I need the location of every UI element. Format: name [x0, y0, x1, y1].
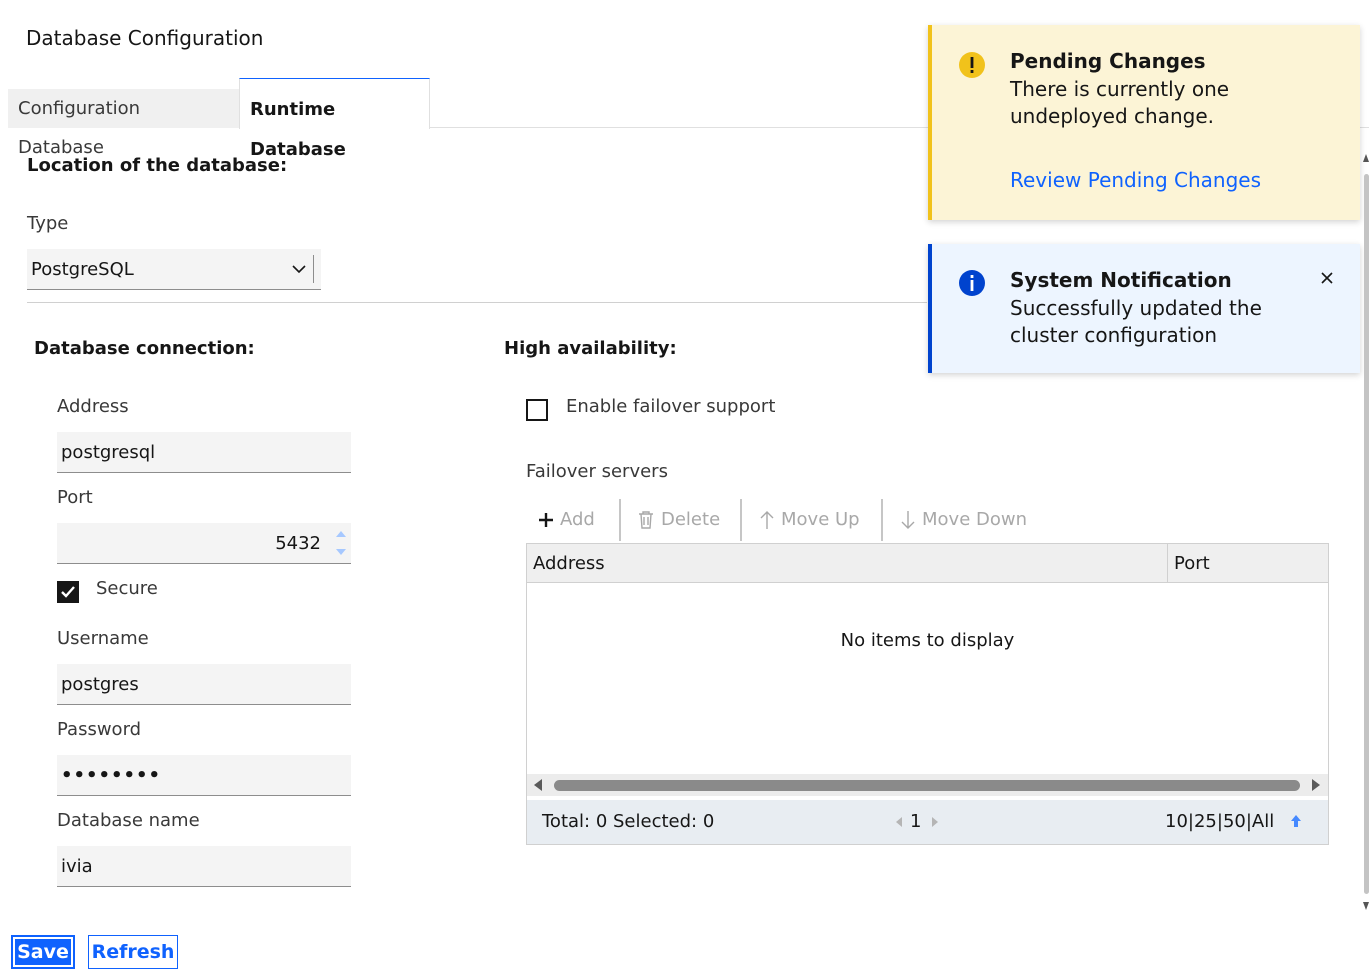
prev-page-icon[interactable]: [896, 817, 902, 827]
failover-servers-label: Failover servers: [526, 461, 668, 482]
secure-checkbox[interactable]: [57, 581, 79, 603]
page-scrollbar[interactable]: [1362, 150, 1369, 915]
close-icon[interactable]: [1321, 272, 1333, 284]
checkmark-icon: [61, 586, 75, 598]
add-button[interactable]: Add: [538, 500, 595, 540]
pending-changes-title: Pending Changes: [1010, 49, 1206, 73]
column-separator: [1167, 544, 1168, 583]
failover-servers-grid: Address Port No items to display Total: …: [526, 543, 1329, 845]
grid-empty-message: No items to display: [840, 630, 1015, 651]
delete-button[interactable]: Delete: [637, 500, 720, 540]
column-header-address[interactable]: Address: [533, 544, 605, 583]
pending-changes-body: There is currently one undeployed change…: [1010, 77, 1230, 128]
system-notification-body: Successfully updated the cluster configu…: [1010, 296, 1262, 347]
type-label: Type: [27, 213, 69, 234]
type-select[interactable]: PostgreSQL: [27, 249, 321, 290]
pending-changes-notification: Pending Changes There is currently one u…: [928, 25, 1360, 220]
next-page-icon[interactable]: [932, 817, 938, 827]
grid-footer: Total: 0 Selected: 0 1 10|25|50|All: [527, 800, 1328, 844]
review-pending-changes-link[interactable]: Review Pending Changes: [1010, 168, 1261, 192]
system-notification-title: System Notification: [1010, 268, 1232, 292]
plus-icon: [539, 513, 553, 527]
section-divider: [27, 302, 927, 303]
page-number[interactable]: 1: [910, 800, 921, 844]
scroll-down-icon[interactable]: [1363, 902, 1369, 910]
scrollbar-thumb[interactable]: [554, 780, 1300, 791]
move-down-label: Move Down: [922, 509, 1027, 530]
type-select-value: PostgreSQL: [31, 259, 134, 280]
port-value: 5432: [275, 533, 321, 554]
port-stepper-icon[interactable]: [335, 527, 347, 559]
info-icon: [959, 270, 985, 296]
failover-checkbox[interactable]: [526, 399, 548, 421]
toolbar-separator: [619, 499, 621, 541]
delete-label: Delete: [661, 509, 721, 530]
arrow-up-icon[interactable]: [1290, 814, 1302, 828]
page-title: Database Configuration: [26, 26, 264, 50]
move-up-label: Move Up: [781, 509, 860, 530]
add-label: Add: [560, 509, 595, 530]
move-up-button[interactable]: Move Up: [759, 500, 860, 540]
scroll-left-icon[interactable]: [533, 779, 543, 791]
tab-configuration-database[interactable]: Configuration Database: [8, 89, 239, 158]
secure-label: Secure: [96, 578, 158, 599]
save-button[interactable]: Save: [11, 935, 75, 969]
arrow-up-icon: [760, 511, 774, 529]
grid-total-text: Total: 0 Selected: 0: [542, 811, 715, 832]
warning-icon: [959, 52, 985, 78]
toolbar-separator: [740, 499, 742, 541]
chevron-down-icon: [292, 265, 306, 274]
refresh-button[interactable]: Refresh: [88, 935, 178, 969]
move-down-button[interactable]: Move Down: [900, 500, 1027, 540]
system-notification: System Notification Successfully updated…: [928, 244, 1360, 373]
dbname-input[interactable]: ivia: [57, 846, 351, 887]
toolbar-separator: [881, 499, 883, 541]
grid-header: Address Port: [527, 544, 1328, 583]
password-input[interactable]: ••••••••: [57, 755, 351, 796]
page-size-options[interactable]: 10|25|50|All: [1165, 800, 1274, 844]
ha-heading: High availability:: [504, 338, 677, 359]
password-label: Password: [57, 719, 142, 740]
connection-heading: Database connection:: [34, 338, 255, 359]
arrow-down-icon: [901, 511, 915, 529]
username-label: Username: [57, 628, 149, 649]
trash-icon: [639, 511, 653, 529]
username-input[interactable]: postgres: [57, 664, 351, 705]
tab-runtime-database[interactable]: Runtime Database: [239, 78, 430, 160]
address-label: Address: [57, 396, 129, 417]
address-input[interactable]: postgresql: [57, 432, 351, 473]
select-divider: [313, 255, 314, 283]
failover-label: Enable failover support: [566, 396, 776, 417]
port-input[interactable]: 5432: [57, 523, 351, 564]
location-heading: Location of the database:: [27, 155, 288, 176]
column-header-port[interactable]: Port: [1174, 544, 1210, 583]
port-label: Port: [57, 487, 93, 508]
scroll-right-icon[interactable]: [1311, 779, 1321, 791]
page-scrollbar-thumb[interactable]: [1364, 174, 1369, 894]
horizontal-scrollbar[interactable]: [527, 774, 1328, 796]
dbname-label: Database name: [57, 810, 200, 831]
scroll-up-icon[interactable]: [1363, 154, 1369, 162]
